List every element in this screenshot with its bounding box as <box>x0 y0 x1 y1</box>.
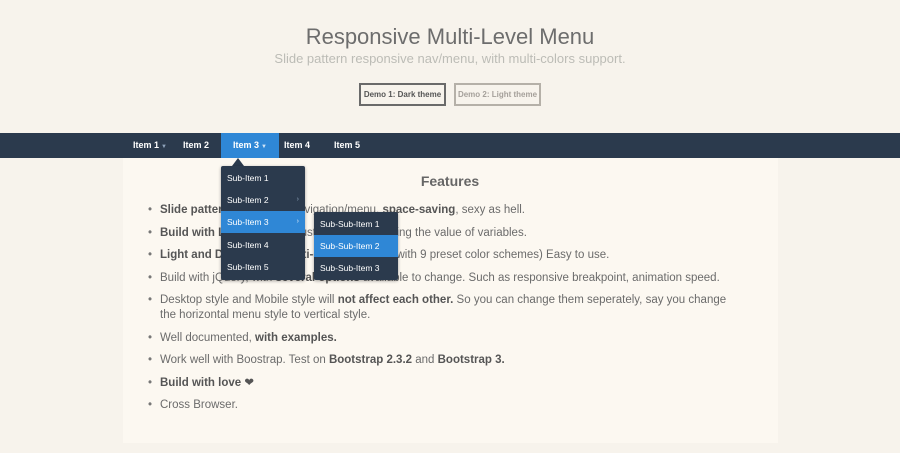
feature-text: and <box>412 354 438 366</box>
chevron-right-icon: › <box>296 196 299 203</box>
feature-item: Desktop style and Mobile style will not … <box>148 293 738 323</box>
page-title: Responsive Multi-Level Menu <box>305 24 595 49</box>
nav-item-label: Item 1 <box>133 140 160 150</box>
subsubmenu-item-label: Sub-Sub-Item 1 <box>320 219 380 229</box>
feature-text: Cross Browser. <box>160 399 238 411</box>
nav-item-label: Item 5 <box>334 140 361 150</box>
features-heading: Features <box>420 173 480 189</box>
feature-item: Build with love ❤ <box>148 376 738 391</box>
feature-text: Work well with Boostrap. Test on <box>160 354 329 366</box>
chevron-down-icon: ▼ <box>161 144 167 150</box>
feature-item: Cross Browser. <box>148 398 738 413</box>
submenu-item-label: Sub-Item 2 <box>227 195 269 205</box>
submenu-item-2[interactable]: Sub-Item 2 › <box>221 189 305 211</box>
nav-item-3[interactable]: Item 3 ▼ <box>221 133 279 158</box>
demo-light-theme-button[interactable]: Demo 2: Light theme <box>454 83 541 106</box>
main-navbar: Item 1 ▼ Item 2 Item 3 ▼ Item 4 Item 5 <box>0 133 900 158</box>
submenu-item-5[interactable]: Sub-Item 5 <box>221 256 305 278</box>
nav-item-5[interactable]: Item 5 <box>322 133 372 158</box>
feature-text: not affect each other. <box>337 294 454 306</box>
page-subtitle: Slide pattern responsive nav/menu, with … <box>274 51 626 66</box>
nav-item-2[interactable]: Item 2 <box>171 133 221 158</box>
feature-text: with examples. <box>255 331 337 344</box>
nav-item-label: Item 4 <box>284 140 311 150</box>
feature-text: Build with love ❤ <box>160 376 254 389</box>
subsubmenu-item-3[interactable]: Sub-Sub-Item 3 <box>314 257 398 279</box>
submenu-item-label: Sub-Item 5 <box>227 262 269 272</box>
feature-text: Bootstrap 2.3.2 <box>328 354 413 366</box>
feature-text: Desktop style and Mobile style will <box>160 294 338 306</box>
subsubmenu-item-1[interactable]: Sub-Sub-Item 1 <box>314 213 398 235</box>
chevron-right-icon: › <box>296 218 299 225</box>
feature-text: Bootstrap 3. <box>437 354 505 366</box>
feature-text: available to change. Such as responsive … <box>359 271 720 284</box>
submenu-item-label: Sub-Item 1 <box>227 173 269 183</box>
submenu-dropdown: Sub-Item 1 Sub-Item 2 › Sub-Item 3 › Sub-I… <box>221 166 305 280</box>
feature-text: , sexy as hell. <box>455 204 525 216</box>
submenu-item-1[interactable]: Sub-Item 1 <box>221 167 305 189</box>
subsubmenu-item-2[interactable]: Sub-Sub-Item 2 <box>314 235 398 257</box>
demo-dark-theme-button[interactable]: Demo 1: Dark theme <box>359 83 446 106</box>
feature-item: Well documented, with examples. <box>148 331 738 346</box>
feature-text: Slide pattern <box>160 204 230 216</box>
chevron-down-icon: ▼ <box>261 144 267 150</box>
subsubmenu-item-label: Sub-Sub-Item 2 <box>320 241 380 251</box>
nav-item-label: Item 3 <box>233 140 260 150</box>
subsubmenu-item-label: Sub-Sub-Item 3 <box>320 263 380 273</box>
dropdown-pointer <box>232 158 244 166</box>
submenu-item-4[interactable]: Sub-Item 4 <box>221 234 305 256</box>
submenu-item-label: Sub-Item 4 <box>227 240 269 250</box>
feature-text: Well documented, <box>160 331 256 344</box>
submenu-item-label: Sub-Item 3 <box>227 217 269 227</box>
subsubmenu-dropdown: Sub-Sub-Item 1 Sub-Sub-Item 2 Sub-Sub-It… <box>314 212 398 280</box>
feature-item: Work well with Boostrap. Test on Bootstr… <box>148 353 738 368</box>
nav-item-label: Item 2 <box>183 140 210 150</box>
submenu-item-3[interactable]: Sub-Item 3 › <box>221 211 305 233</box>
nav-item-4[interactable]: Item 4 <box>272 133 322 158</box>
